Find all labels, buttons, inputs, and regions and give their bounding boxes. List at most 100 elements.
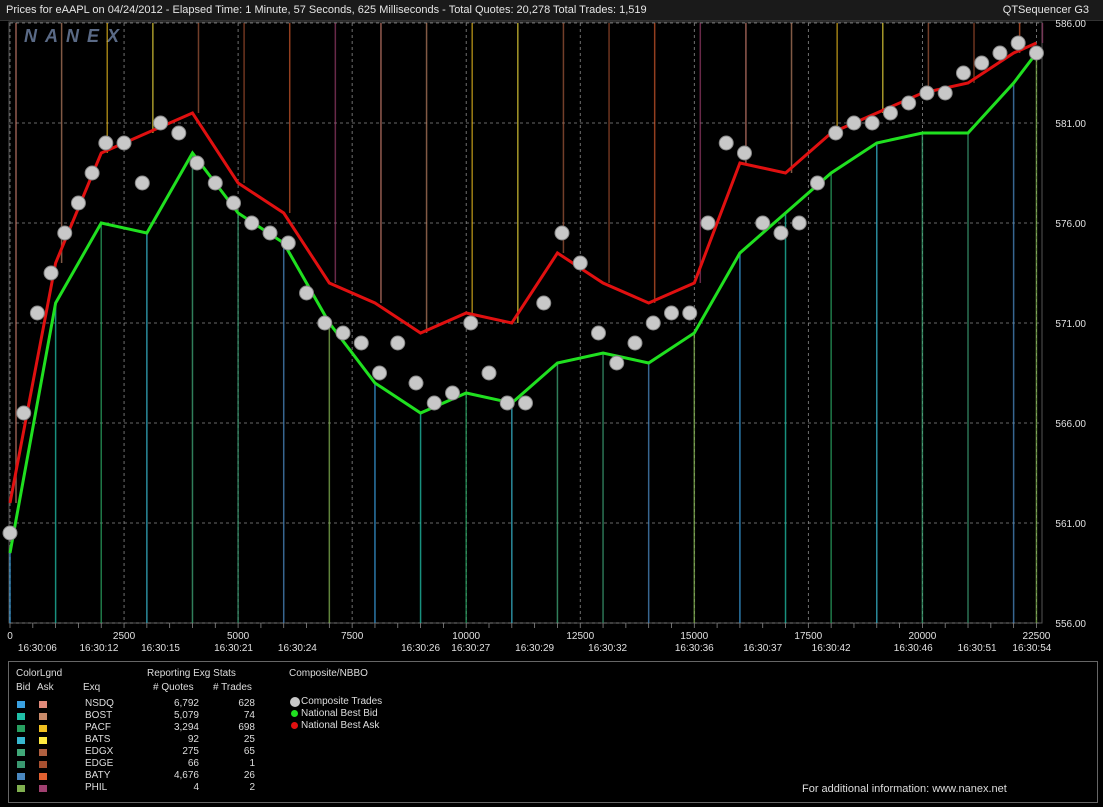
trade-point — [116, 135, 132, 151]
x-count-label: 0 — [7, 631, 13, 642]
trade-point — [554, 225, 570, 241]
trade-point — [809, 175, 825, 191]
exchange-name: BATY — [85, 770, 111, 781]
trade-point — [700, 215, 716, 231]
ask-swatch — [39, 773, 47, 780]
x-count-label: 12500 — [566, 631, 594, 642]
bid-swatch — [17, 761, 25, 768]
trade-count: 25 — [243, 734, 255, 745]
x-time-label: 16:30:21 — [214, 643, 253, 654]
trade-point — [992, 45, 1008, 61]
trade-point — [280, 235, 296, 251]
trade-point — [572, 255, 588, 271]
x-count-label: 5000 — [227, 631, 250, 642]
trade-point — [773, 225, 789, 241]
quote-count: 6,792 — [173, 698, 199, 709]
x-time-label: 16:30:51 — [958, 643, 997, 654]
trade-count: 2 — [249, 782, 255, 793]
trade-count: 74 — [243, 710, 255, 721]
trade-point — [353, 335, 369, 351]
trade-point — [244, 215, 260, 231]
trade-count: 26 — [243, 770, 255, 781]
trade-point — [1028, 45, 1044, 61]
trade-point — [663, 305, 679, 321]
x-count-label: 20000 — [908, 631, 936, 642]
trade-point — [901, 95, 917, 111]
trade-point — [57, 225, 73, 241]
x-count-label: 10000 — [452, 631, 480, 642]
trade-count: 65 — [243, 746, 255, 757]
quote-count: 275 — [182, 746, 199, 757]
trade-count: 698 — [238, 722, 255, 733]
trade-point — [390, 335, 406, 351]
title-bar: Prices for eAAPL on 04/24/2012 - Elapsed… — [0, 0, 1103, 21]
exchange-name: BATS — [85, 734, 111, 745]
quote-count: 4,676 — [173, 770, 199, 781]
trade-point — [189, 155, 205, 171]
ask-swatch — [39, 725, 47, 732]
trade-point — [426, 395, 442, 411]
quote-count: 92 — [187, 734, 199, 745]
trade-point — [372, 365, 388, 381]
bid-swatch — [17, 785, 25, 792]
exchange-name: PHIL — [85, 782, 108, 793]
trade-point — [299, 285, 315, 301]
trade-point — [955, 65, 971, 81]
ask-swatch — [39, 737, 47, 744]
trade-point — [828, 125, 844, 141]
quote-count: 4 — [193, 782, 199, 793]
stats-title: Reporting Exg Stats — [147, 668, 236, 679]
quote-count: 66 — [187, 758, 199, 769]
y-tick-label: 556.00 — [1055, 619, 1086, 630]
x-count-label: 15000 — [680, 631, 708, 642]
y-tick-label: 571.00 — [1055, 319, 1086, 330]
trade-point — [481, 365, 497, 381]
x-count-label: 22500 — [1023, 631, 1051, 642]
exchange-name: EDGE — [85, 758, 114, 769]
x-time-label: 16:30:29 — [515, 643, 554, 654]
composite-label: Composite Trades — [301, 696, 383, 707]
legend-panel: ColorLgnd Bid Ask Exq Reporting Exg Stat… — [8, 661, 1098, 803]
exchange-name: BOST — [85, 710, 113, 721]
y-axis: 586.00 581.00 576.00 571.00 566.00 561.00 556.… — [1055, 20, 1086, 630]
y-tick-label: 561.00 — [1055, 519, 1086, 530]
exq-header: Exq — [83, 682, 101, 693]
bid-header: Bid — [16, 682, 31, 693]
trade-point — [207, 175, 223, 191]
trades-header: # Trades — [213, 682, 252, 693]
bid-swatch — [17, 773, 25, 780]
ask-swatch — [39, 713, 47, 720]
quote-count: 5,079 — [173, 710, 199, 721]
app-name: QTSequencer G3 — [1002, 4, 1089, 16]
bid-swatch — [17, 713, 25, 720]
x-axis: 0 2500 5000 7500 10000 12500 15000 17500 20000 22… — [7, 623, 1052, 654]
ask-swatch — [39, 785, 47, 792]
trade-point — [536, 295, 552, 311]
trade-point — [29, 305, 45, 321]
trade-point — [43, 265, 59, 281]
trade-point — [590, 325, 606, 341]
trade-point — [1010, 35, 1026, 51]
trade-point — [518, 395, 533, 411]
trade-point — [171, 125, 187, 141]
price-chart: NANEX 586.00 581.00 576.00 571.00 566.00 561.… — [2, 20, 1086, 654]
footer-link[interactable]: For additional information: www.nanex.ne… — [802, 783, 1007, 795]
x-time-label: 16:30:42 — [812, 643, 851, 654]
composite-marker — [289, 696, 300, 707]
composite-label: National Best Bid — [301, 708, 378, 719]
x-time-label: 16:30:12 — [79, 643, 118, 654]
x-time-label: 16:30:32 — [588, 643, 627, 654]
colorlgnd-title: ColorLgnd — [16, 668, 63, 679]
composite-marker — [291, 710, 298, 717]
trade-point — [974, 55, 990, 71]
x-time-label: 16:30:27 — [451, 643, 490, 654]
x-time-label: 16:30:54 — [1012, 643, 1051, 654]
x-time-label: 16:30:36 — [675, 643, 714, 654]
trade-point — [937, 85, 953, 101]
trade-point — [791, 215, 807, 231]
y-tick-label: 576.00 — [1055, 219, 1086, 230]
trade-point — [718, 135, 734, 151]
trade-point — [755, 215, 771, 231]
trade-point — [153, 115, 169, 131]
trade-point — [736, 145, 752, 161]
